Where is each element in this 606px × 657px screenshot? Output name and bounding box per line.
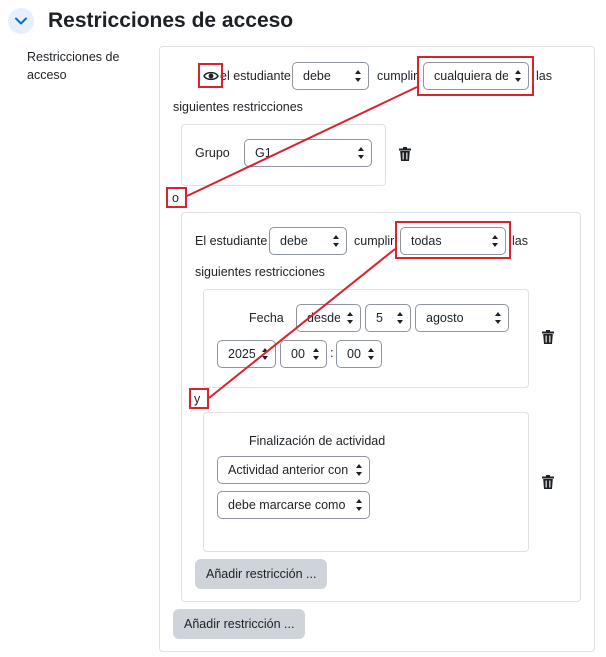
completion-state-select[interactable]: debe marcarse como c (217, 491, 370, 519)
select-caret-icon (332, 235, 339, 247)
date-month-select[interactable]: agosto (415, 304, 509, 332)
highlight-outer-scope (417, 56, 534, 96)
select-caret-icon (357, 147, 364, 159)
highlight-outer-connector (166, 187, 187, 208)
date-minute-select[interactable]: 00 (336, 340, 382, 368)
group-label: Grupo (195, 146, 230, 160)
outer-suffix-1: las (536, 69, 552, 83)
select-caret-icon (346, 312, 353, 324)
time-separator: : (330, 345, 334, 360)
outer-suffix-2: siguientes restricciones (173, 100, 303, 114)
date-day-select[interactable]: 5 (365, 304, 411, 332)
date-hour-select[interactable]: 00 (280, 340, 327, 368)
chevron-down-icon (15, 17, 27, 25)
completion-activity-select[interactable]: Actividad anterior con (217, 456, 370, 484)
select-caret-icon (396, 312, 403, 324)
trash-icon[interactable] (399, 147, 411, 161)
completion-label: Finalización de actividad (249, 434, 386, 448)
collapse-toggle[interactable] (8, 8, 34, 34)
select-caret-icon (312, 348, 319, 360)
highlight-inner-connector (189, 388, 209, 409)
outer-rule-prefix: el estudiante (220, 69, 291, 83)
inner-must-select[interactable]: debe (269, 227, 347, 255)
highlight-inner-scope (395, 221, 511, 259)
select-caret-icon (355, 499, 362, 511)
outer-meet-label: cumplir (377, 69, 418, 83)
select-caret-icon (354, 70, 361, 82)
trash-icon[interactable] (542, 475, 554, 489)
inner-suffix-2: siguientes restricciones (195, 265, 325, 279)
select-caret-icon (367, 348, 374, 360)
inner-rule-prefix: El estudiante (195, 234, 268, 248)
trash-icon[interactable] (542, 330, 554, 344)
highlight-eye (198, 63, 223, 88)
date-label: Fecha (249, 311, 284, 325)
date-year-select[interactable]: 2025 (217, 340, 276, 368)
select-caret-icon (494, 312, 501, 324)
group-select[interactable]: G1 (244, 139, 372, 167)
inner-add-restriction-button[interactable]: Añadir restricción ... (195, 559, 328, 589)
inner-suffix-1: las (512, 234, 528, 248)
outer-must-select[interactable]: debe (292, 62, 369, 90)
select-caret-icon (355, 464, 362, 476)
section-title: Restricciones de acceso (48, 9, 294, 32)
inner-meet-label: cumplir (354, 234, 395, 248)
field-label: Restricciones de acceso (27, 50, 120, 82)
outer-add-restriction-button[interactable]: Añadir restricción ... (173, 609, 306, 639)
select-caret-icon (261, 348, 268, 360)
date-direction-select[interactable]: desde (296, 304, 361, 332)
